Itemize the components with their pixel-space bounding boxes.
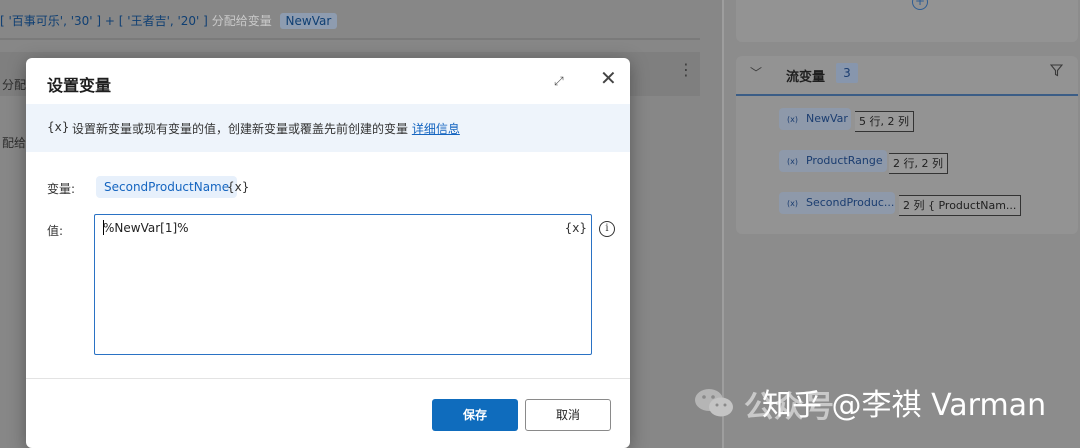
variable-info: 2 列 { ProductNam... <box>899 195 1022 216</box>
action-description: [ '百事可乐', '30' ] + [ '王者吉', '20' ] 分配给变量… <box>0 12 338 29</box>
filter-icon[interactable] <box>1049 64 1064 81</box>
variable-icon: (x) <box>787 199 798 208</box>
flow-variables-title: 流变量 <box>786 70 826 85</box>
variable-info: 5 行, 2 列 <box>855 111 914 132</box>
dialog-info-banner: {x} 设置新变量或现有变量的值，创建新变量或覆盖先前创建的变量 详细信息 <box>26 104 630 152</box>
chevron-down-icon[interactable]: ﹀ <box>750 64 762 81</box>
insert-variable-icon[interactable]: {x} <box>565 221 587 235</box>
value-label: 值: <box>47 224 64 238</box>
variable-name: NewVar <box>805 112 848 125</box>
variable-name: ProductRange <box>805 154 883 167</box>
variable-icon: {x} <box>47 120 70 134</box>
wechat-logo-icon <box>695 389 733 417</box>
close-icon[interactable]: ✕ <box>600 68 617 88</box>
flow-variables-header-underline <box>736 94 1078 96</box>
info-icon[interactable]: i <box>599 221 615 237</box>
action-var-chip: NewVar <box>279 13 338 29</box>
variable-label: 变量: <box>47 182 76 196</box>
dialog-description-text: 设置新变量或现有变量的值，创建新变量或覆盖先前创建的变量 <box>72 122 409 136</box>
variable-name: SecondProduc... <box>805 196 895 209</box>
action-fragment-2: 配给 <box>2 136 27 150</box>
dialog-footer-divider <box>26 378 630 379</box>
value-input[interactable]: %NewVar[1]% {x} <box>94 214 592 355</box>
dialog-title: 设置变量 <box>47 76 112 95</box>
input-output-variables-card <box>736 0 1078 42</box>
variable-pill[interactable]: (x) NewVar <box>779 108 851 130</box>
save-button[interactable]: 保存 <box>432 399 518 431</box>
action-list-expression: [ '百事可乐', '30' ] + [ '王者吉', '20' ] <box>0 14 208 28</box>
expand-icon[interactable]: ⤢ <box>554 74 564 89</box>
variable-icon: (x) <box>787 157 798 166</box>
action-separator <box>0 38 700 40</box>
cancel-button[interactable]: 取消 <box>525 399 611 431</box>
flow-variables-count-badge: 3 <box>836 63 858 83</box>
variable-item[interactable]: (x) NewVar 5 行, 2 列 <box>779 108 915 132</box>
more-options-icon[interactable]: ⋮ <box>678 62 694 78</box>
variable-info: 2 行, 2 列 <box>889 153 948 174</box>
dialog-description: 设置新变量或现有变量的值，创建新变量或覆盖先前创建的变量 详细信息 <box>72 120 460 137</box>
action-assign-text: 分配给变量 <box>211 14 272 28</box>
variable-icon: (x) <box>787 115 798 124</box>
value-text: %NewVar[1]% <box>103 221 189 235</box>
set-variable-dialog: 设置变量 ⤢ ✕ {x} 设置新变量或现有变量的值，创建新变量或覆盖先前创建的变… <box>26 58 630 448</box>
variable-pill[interactable]: (x) ProductRange <box>779 150 887 172</box>
variable-item[interactable]: (x) SecondProduc... 2 列 { ProductNam... <box>779 192 1022 216</box>
variable-pill[interactable]: (x) SecondProduc... <box>779 192 895 214</box>
watermark-text: 知乎 @李祺 Varman <box>762 388 1047 423</box>
more-info-link[interactable]: 详细信息 <box>412 122 460 136</box>
text-cursor <box>103 220 104 235</box>
variable-item[interactable]: (x) ProductRange 2 行, 2 列 <box>779 150 949 174</box>
variable-picker-icon[interactable]: {x} <box>227 180 249 194</box>
action-fragment-1: 分配 <box>2 78 27 92</box>
variable-name-chip[interactable]: SecondProductName <box>96 176 238 198</box>
